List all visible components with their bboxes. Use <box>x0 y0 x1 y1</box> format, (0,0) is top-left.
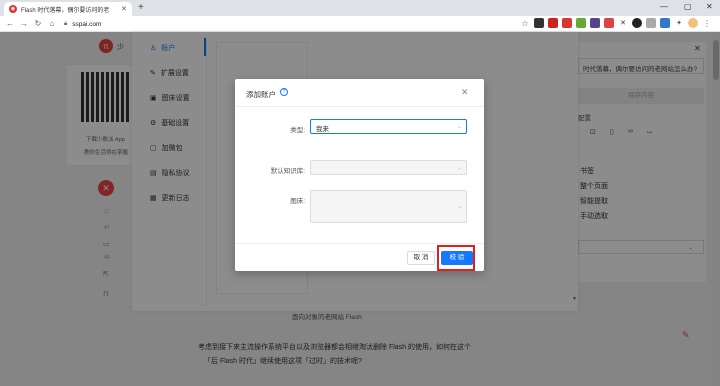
back-icon[interactable]: ← <box>3 19 17 28</box>
favicon-icon: ◉ <box>9 5 17 13</box>
image-bed-label: 图床: <box>290 198 305 205</box>
menu-icon[interactable]: ⋮ <box>702 18 712 28</box>
url-text: sspai.com <box>72 20 102 28</box>
browser-toolbar: ← → ↻ ⌂ 🔒︎ sspai.com ☆ ✕ ✦ ⋮ <box>0 16 720 32</box>
extension-icon[interactable] <box>632 18 642 28</box>
extension-icon[interactable] <box>590 18 600 28</box>
add-account-dialog: 添加账户 ? ✕ 类型: 我来 ⌄ 默认知识库: ⌄ 图床: ⌄ 取 消 校 验 <box>235 79 484 271</box>
extension-icon[interactable] <box>548 18 558 28</box>
extension-icon[interactable] <box>534 18 544 28</box>
extension-icon[interactable] <box>576 18 586 28</box>
extension-icon[interactable] <box>660 18 670 28</box>
help-icon[interactable]: ? <box>280 88 288 96</box>
puzzle-icon[interactable]: ✦ <box>674 18 684 28</box>
highlight-box <box>437 245 475 271</box>
cancel-button[interactable]: 取 消 <box>407 251 435 265</box>
type-label: 类型: <box>290 127 305 134</box>
minimize-icon[interactable]: — <box>660 2 668 11</box>
home-icon[interactable]: ⌂ <box>45 19 59 28</box>
dialog-title: 添加账户 <box>246 90 276 99</box>
extension-icon[interactable] <box>646 18 656 28</box>
browser-tab[interactable]: ◉ Flash 时代落幕，偶尔要访问的老 ✕ <box>4 2 132 16</box>
tab-title: Flash 时代落幕，偶尔要访问的老 <box>21 7 110 14</box>
window-close-icon[interactable]: ✕ <box>706 2 713 11</box>
address-bar[interactable]: 🔒︎ sspai.com <box>64 18 550 30</box>
extension-icon[interactable] <box>562 18 572 28</box>
star-icon[interactable]: ☆ <box>520 18 530 28</box>
dialog-footer-divider <box>235 243 484 244</box>
lock-icon: 🔒︎ <box>64 20 68 27</box>
type-value: 我来 <box>316 126 329 133</box>
extension-icon[interactable]: ✕ <box>618 18 628 28</box>
kb-label: 默认知识库: <box>270 168 305 175</box>
new-tab-icon[interactable]: + <box>138 2 144 14</box>
tab-bar: ◉ Flash 时代落幕，偶尔要访问的老 ✕ + — ▢ ✕ <box>0 0 720 16</box>
reload-icon[interactable]: ↻ <box>31 19 45 28</box>
avatar[interactable] <box>688 18 698 28</box>
dialog-close-icon[interactable]: ✕ <box>461 87 469 98</box>
image-bed-select[interactable]: ⌄ <box>310 190 467 223</box>
chevron-down-icon: ⌄ <box>456 165 462 171</box>
tab-close-icon[interactable]: ✕ <box>121 5 127 13</box>
chevron-down-icon: ⌄ <box>456 204 462 210</box>
extension-icon[interactable] <box>604 18 614 28</box>
chevron-down-icon: ⌄ <box>456 124 462 130</box>
dialog-header: 添加账户 ? ✕ <box>235 79 484 107</box>
extensions-row: ☆ ✕ ✦ ⋮ <box>520 18 712 28</box>
knowledge-base-select[interactable]: ⌄ <box>310 160 467 175</box>
maximize-icon[interactable]: ▢ <box>684 2 692 11</box>
forward-icon[interactable]: → <box>17 19 31 28</box>
type-select[interactable]: 我来 ⌄ <box>310 119 467 134</box>
